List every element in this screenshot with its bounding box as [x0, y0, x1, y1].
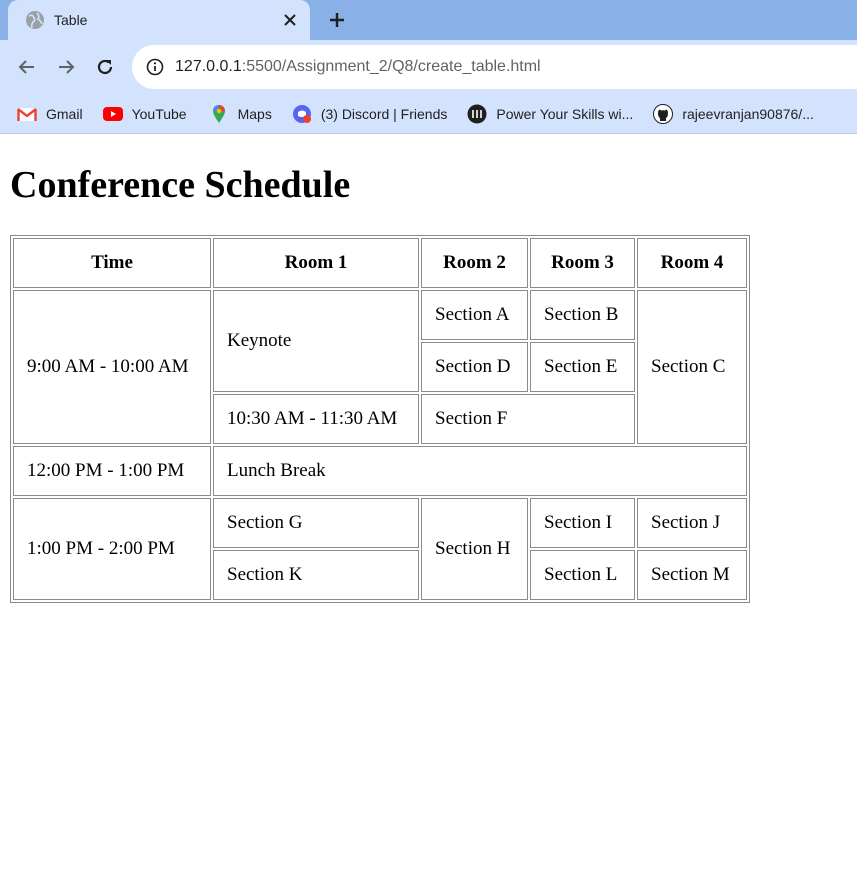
back-icon[interactable]: [11, 51, 42, 83]
bookmark-discord[interactable]: (3) Discord | Friends: [292, 104, 448, 124]
table-row: 12:00 PM - 1:00 PM Lunch Break: [13, 446, 747, 496]
session-cell: Section B: [530, 290, 635, 340]
globe-icon: [26, 11, 44, 29]
close-tab-icon[interactable]: [276, 6, 304, 34]
session-cell: Section G: [213, 498, 419, 548]
time-cell: 10:30 AM - 11:30 AM: [213, 394, 419, 444]
bookmarks-bar: Gmail YouTube Maps (3) Discord | Friends…: [0, 94, 857, 134]
bookmark-label: (3) Discord | Friends: [320, 105, 448, 122]
bookmark-github[interactable]: rajeevranjan90876/...: [653, 103, 814, 124]
session-cell: Section C: [637, 290, 747, 444]
tab-strip: Table: [0, 0, 857, 40]
tab-title: Table: [54, 12, 88, 28]
column-header-room-3: Room 3: [530, 238, 635, 288]
bookmark-label: Power Your Skills wi...: [496, 105, 634, 122]
github-icon: [653, 103, 674, 124]
youtube-icon: [102, 104, 123, 124]
reload-icon[interactable]: [90, 51, 121, 83]
time-cell: 1:00 PM - 2:00 PM: [13, 498, 211, 600]
column-header-time: Time: [13, 238, 211, 288]
table-row: 1:00 PM - 2:00 PM Section G Section H Se…: [13, 498, 747, 600]
bookmark-label: Maps: [237, 105, 272, 122]
session-cell: Section E: [530, 342, 635, 392]
session-cell: Section M: [637, 550, 747, 600]
discord-icon: [292, 104, 312, 124]
address-bar[interactable]: 127.0.0.1:5500/Assignment_2/Q8/create_ta…: [132, 45, 857, 89]
url-host: 127.0.0.1: [175, 58, 242, 75]
site-info-icon[interactable]: [146, 58, 164, 76]
maps-icon: [209, 104, 229, 124]
url-path: :5500/Assignment_2/Q8/create_table.html: [241, 58, 541, 75]
table-row: 9:00 AM - 10:00 AM Keynote Section A Sec…: [13, 290, 747, 444]
session-cell: Section I: [530, 498, 635, 548]
url-text: 127.0.0.1:5500/Assignment_2/Q8/create_ta…: [175, 58, 541, 76]
time-cell: 12:00 PM - 1:00 PM: [13, 446, 211, 496]
bookmark-label: Gmail: [46, 105, 83, 122]
session-cell: Section L: [530, 550, 635, 600]
skills-icon: [467, 104, 487, 124]
column-header-room-2: Room 2: [421, 238, 528, 288]
new-tab-icon[interactable]: [322, 6, 352, 34]
time-cell: 9:00 AM - 10:00 AM: [13, 290, 211, 444]
browser-toolbar: 127.0.0.1:5500/Assignment_2/Q8/create_ta…: [0, 40, 857, 94]
bookmark-youtube[interactable]: YouTube: [102, 104, 187, 124]
session-cell: Section K: [213, 550, 419, 600]
bookmark-gmail[interactable]: Gmail: [17, 104, 83, 124]
forward-icon[interactable]: [50, 51, 81, 83]
bookmark-maps[interactable]: Maps: [209, 104, 272, 124]
session-cell: Section A: [421, 290, 528, 340]
bookmark-skills[interactable]: Power Your Skills wi...: [467, 104, 633, 124]
bookmark-label: YouTube: [131, 105, 187, 122]
session-cell: Lunch Break: [213, 446, 747, 496]
session-cell: Section H: [421, 498, 528, 600]
bookmark-label: rajeevranjan90876/...: [682, 105, 814, 122]
session-cell: Section F: [421, 394, 635, 444]
gmail-icon: [17, 104, 37, 124]
table-header-row: Time Room 1 Room 2 Room 3 Room 4: [13, 238, 747, 288]
session-cell: Keynote: [213, 290, 419, 392]
session-cell: Section D: [421, 342, 528, 392]
page-title: Conference Schedule: [10, 164, 351, 206]
column-header-room-4: Room 4: [637, 238, 747, 288]
browser-tab[interactable]: Table: [8, 0, 310, 40]
session-cell: Section J: [637, 498, 747, 548]
schedule-table: Time Room 1 Room 2 Room 3 Room 4 9:00 AM…: [10, 235, 750, 603]
column-header-room-1: Room 1: [213, 238, 419, 288]
